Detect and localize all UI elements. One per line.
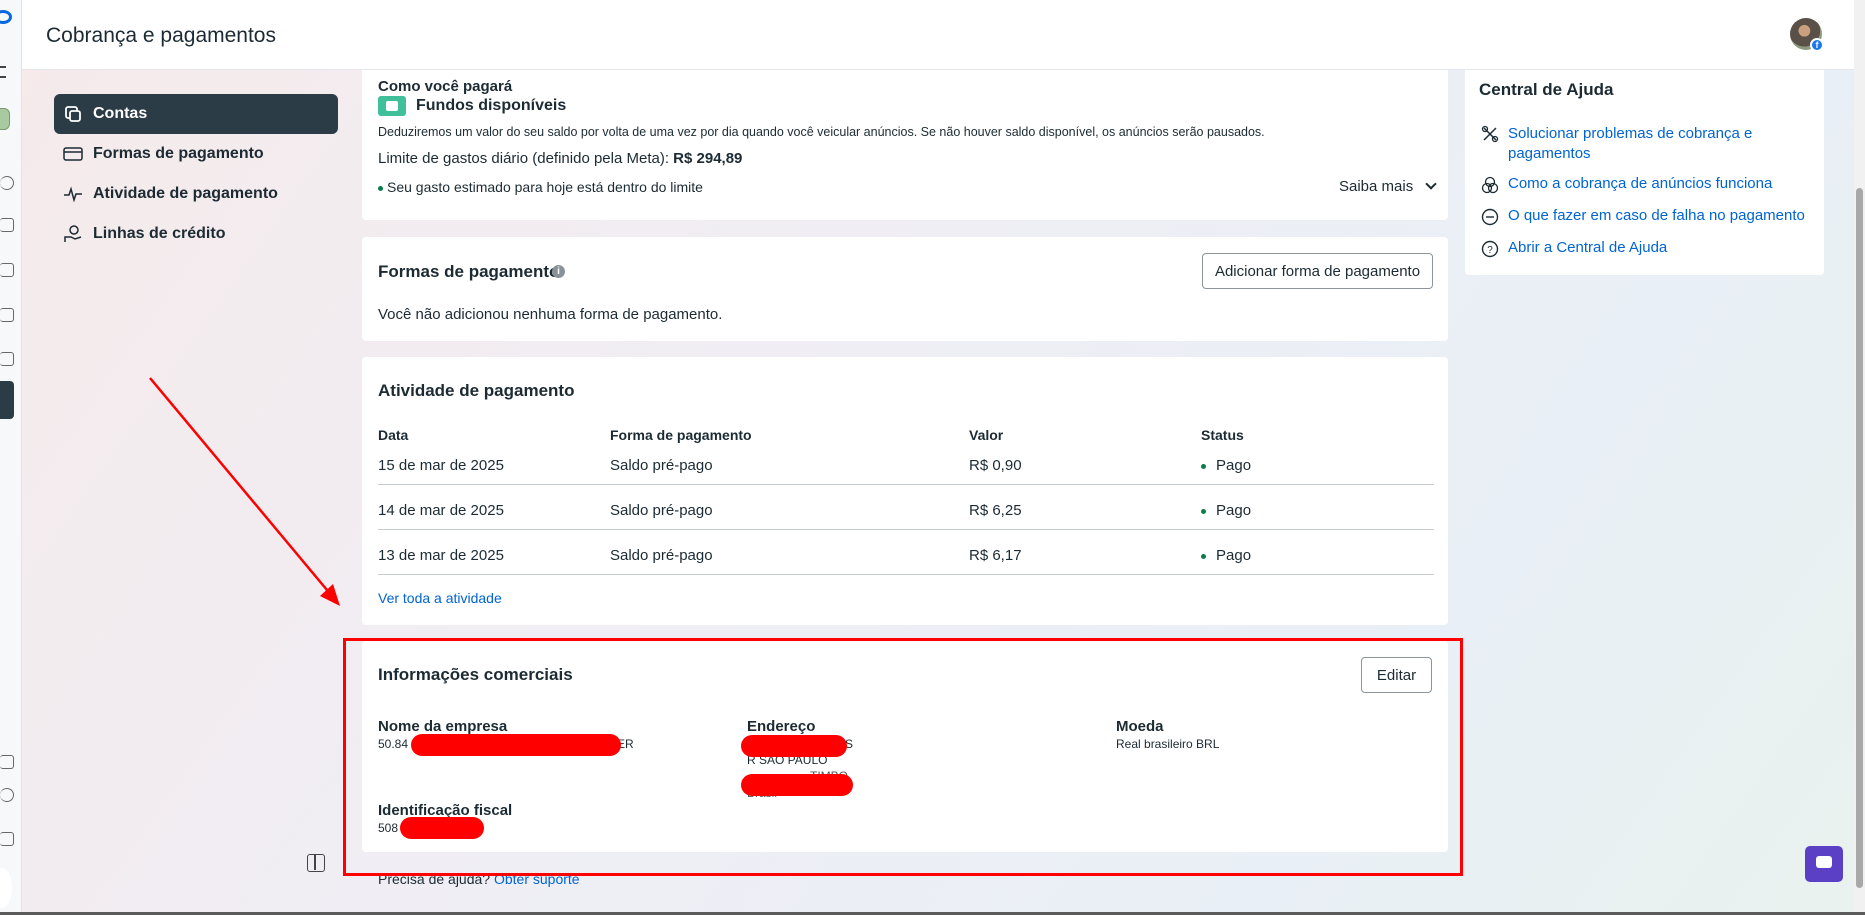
column-header-method: Forma de pagamento	[610, 427, 752, 443]
column-header-value: Valor	[969, 427, 1004, 443]
row-method: Saldo pré-pago	[610, 547, 713, 564]
tools-icon	[1481, 125, 1499, 143]
accounts-icon	[63, 104, 83, 124]
rail-icon-1[interactable]	[0, 176, 14, 190]
spend-status-text: Seu gasto estimado para hoje está dentro…	[387, 179, 703, 195]
sidebar-item-label: Linhas de crédito	[93, 225, 226, 242]
rail-icon-2[interactable]	[0, 218, 14, 232]
sidebar-item-label: Formas de pagamento	[93, 145, 264, 162]
status-dot	[378, 185, 383, 191]
annotation-arrow	[149, 377, 340, 606]
paid-dot	[1201, 553, 1206, 559]
annotation-highlight-box	[343, 638, 1463, 876]
chat-icon	[1816, 856, 1832, 868]
sidebar-item-linhas-de-credito[interactable]: Linhas de crédito	[54, 214, 338, 254]
rail-icon-7[interactable]	[0, 832, 14, 846]
credit-card-icon	[63, 144, 83, 164]
paid-dot	[1201, 463, 1206, 469]
payment-activity-card: Atividade de pagamento Data Forma de pag…	[362, 357, 1448, 625]
help-link-label: Abrir a Central de Ajuda	[1508, 239, 1668, 256]
help-link-label: Solucionar problemas de cobrança e pagam…	[1508, 125, 1753, 162]
wallet-icon	[378, 96, 406, 116]
learn-more-label: Saiba mais	[1339, 178, 1414, 195]
activity-icon	[63, 184, 83, 204]
help-link-troubleshoot[interactable]: Solucionar problemas de cobrança e pagam…	[1481, 124, 1811, 164]
daily-limit-label: Limite de gastos diário (definido pela M…	[378, 150, 669, 167]
row-divider	[378, 484, 1434, 485]
credit-line-icon	[63, 224, 83, 244]
row-value: R$ 6,17	[969, 547, 1022, 564]
sidebar-item-formas-de-pagamento[interactable]: Formas de pagamento	[54, 134, 338, 174]
help-link-label: Como a cobrança de anúncios funciona	[1508, 175, 1773, 192]
rail-icon-4[interactable]	[0, 308, 14, 322]
rail-icon-6[interactable]	[0, 755, 14, 769]
row-date: 15 de mar de 2025	[378, 457, 504, 474]
sidebar-item-contas[interactable]: Contas	[54, 94, 338, 134]
row-date: 13 de mar de 2025	[378, 547, 504, 564]
funds-description: Deduziremos um valor do seu saldo por vo…	[378, 125, 1265, 139]
row-divider	[378, 574, 1434, 575]
row-value: R$ 0,90	[969, 457, 1022, 474]
daily-limit: Limite de gastos diário (definido pela M…	[378, 150, 742, 167]
sidebar-item-atividade-de-pagamento[interactable]: Atividade de pagamento	[54, 174, 338, 214]
row-status-label: Pago	[1216, 457, 1252, 474]
minus-circle-icon	[1481, 208, 1499, 226]
row-status: Pago	[1201, 547, 1251, 564]
row-status: Pago	[1201, 457, 1251, 474]
payment-methods-empty: Você não adicionou nenhuma forma de paga…	[378, 306, 723, 323]
coins-icon	[1481, 176, 1499, 194]
help-link-open-help-center[interactable]: ? Abrir a Central de Ajuda	[1481, 239, 1667, 258]
facebook-badge-icon: f	[1810, 38, 1824, 52]
row-status-label: Pago	[1216, 547, 1252, 564]
question-circle-icon: ?	[1481, 240, 1499, 258]
help-link-how-billing-works[interactable]: Como a cobrança de anúncios funciona	[1481, 175, 1772, 194]
row-method: Saldo pré-pago	[610, 502, 713, 519]
add-payment-method-button[interactable]: Adicionar forma de pagamento	[1202, 253, 1433, 289]
help-center-card: Central de Ajuda Solucionar problemas de…	[1465, 70, 1824, 275]
row-method: Saldo pré-pago	[610, 457, 713, 474]
svg-text:?: ?	[1487, 245, 1493, 256]
chat-support-button[interactable]	[1805, 846, 1843, 882]
collapse-sidebar-icon[interactable]	[307, 854, 325, 872]
row-value: R$ 6,25	[969, 502, 1022, 519]
row-divider	[378, 529, 1434, 530]
settings-icon[interactable]	[0, 788, 14, 802]
daily-limit-value: R$ 294,89	[673, 150, 743, 167]
payment-methods-title: Formas de pagamento	[378, 262, 560, 281]
view-all-activity-link[interactable]: Ver toda a atividade	[378, 590, 502, 606]
sidebar-item-label: Atividade de pagamento	[93, 185, 278, 202]
learn-more-button[interactable]: Saiba mais	[1339, 178, 1438, 195]
row-status: Pago	[1201, 502, 1251, 519]
page-title: Cobrança e pagamentos	[46, 24, 276, 47]
rail-profile-icon[interactable]	[0, 868, 12, 908]
app-rail	[0, 0, 22, 915]
help-center-title: Central de Ajuda	[1479, 80, 1614, 99]
paid-dot	[1201, 508, 1206, 514]
meta-logo-icon[interactable]	[0, 10, 12, 24]
account-avatar-icon[interactable]	[0, 108, 10, 130]
column-header-date: Data	[378, 427, 409, 443]
info-icon[interactable]: i	[552, 265, 565, 278]
activity-title: Atividade de pagamento	[378, 381, 575, 400]
rail-icon-5[interactable]	[0, 352, 14, 366]
payment-methods-card: Formas de pagamento i Adicionar forma de…	[362, 237, 1448, 341]
row-date: 14 de mar de 2025	[378, 502, 504, 519]
menu-icon[interactable]	[0, 66, 6, 78]
scrollbar-thumb[interactable]	[1856, 188, 1863, 888]
billing-rail-icon[interactable]	[0, 381, 14, 419]
funds-method: Fundos disponíveis	[416, 97, 567, 114]
rail-icon-3[interactable]	[0, 263, 14, 277]
sidebar-item-label: Contas	[93, 105, 148, 122]
how-pay-label: Como você pagará	[378, 78, 513, 95]
help-link-payment-failure[interactable]: O que fazer em caso de falha no pagament…	[1481, 207, 1805, 226]
row-status-label: Pago	[1216, 502, 1252, 519]
column-header-status: Status	[1201, 427, 1244, 443]
funds-card: Como você pagará Fundos disponíveis Dedu…	[362, 70, 1448, 220]
spend-status: Seu gasto estimado para hoje está dentro…	[378, 179, 703, 195]
chevron-down-icon	[1425, 178, 1438, 190]
page-header: Cobrança e pagamentos f	[22, 0, 1854, 70]
help-link-label: O que fazer em caso de falha no pagament…	[1508, 207, 1805, 224]
